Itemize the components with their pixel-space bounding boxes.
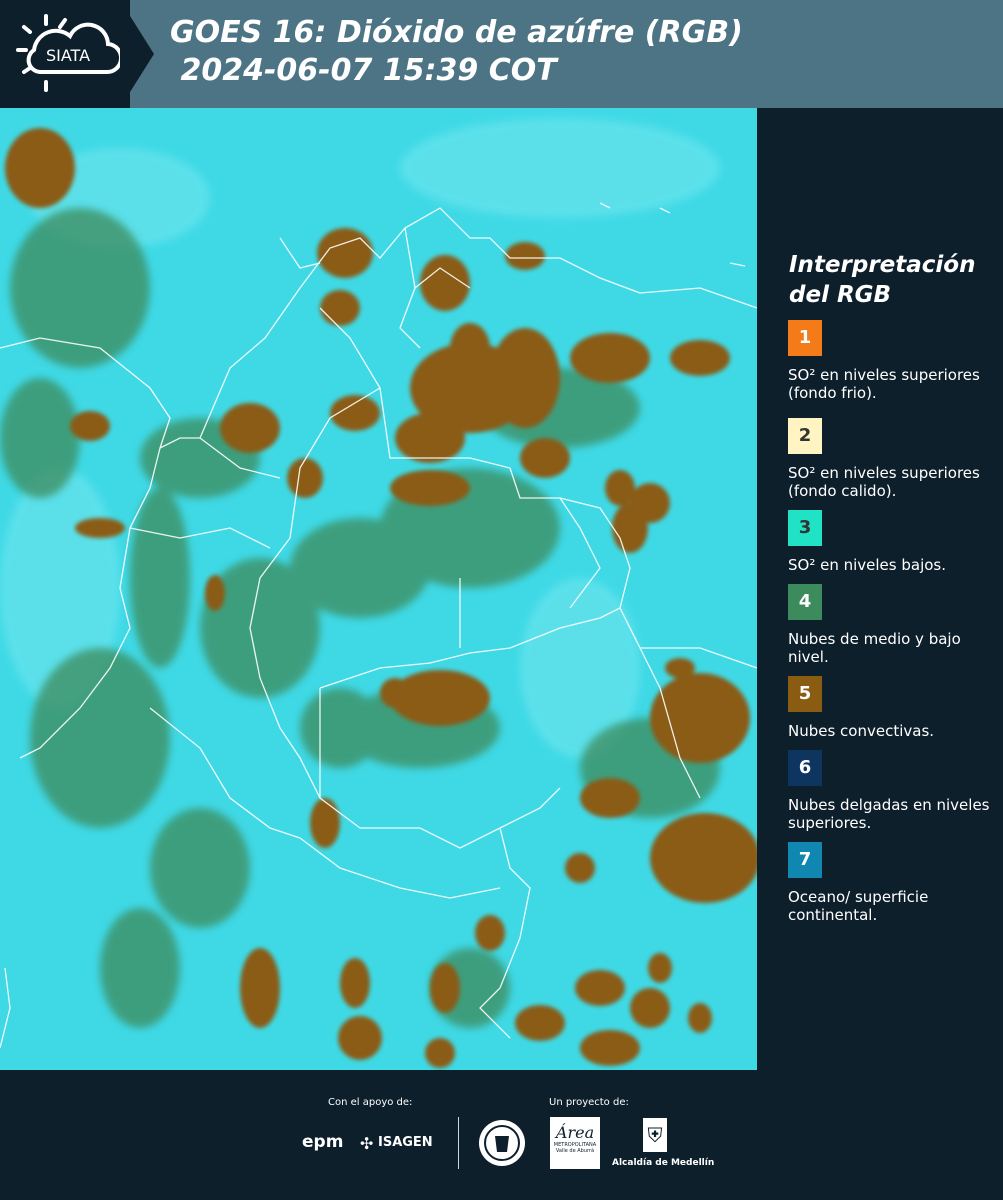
legend-swatch-6: 6 [788,750,822,786]
legend-label-6: Nubes delgadas en niveles superiores. [788,796,990,832]
legend-label-5: Nubes convectivas. [788,722,935,740]
alcaldia-shield-icon: ⛨ [643,1118,667,1152]
legend-item-6: 6 Nubes delgadas en niveles superiores. [788,750,998,832]
footer: Con el apoyo de: Un proyecto de: epm ✣ I… [0,1070,1003,1200]
legend-swatch-3: 3 [788,510,822,546]
epm-logo: epm [302,1132,344,1152]
legend-label-3: SO² en niveles bajos. [788,556,947,574]
header-bar: SIATA GOES 16: Dióxido de azúfre (RGB) 2… [0,0,1003,108]
legend-swatch-7: 7 [788,842,822,878]
isagen-logo: ISAGEN [378,1135,433,1150]
alcaldia-logo: Alcaldía de Medellín [612,1158,715,1168]
legend-label-7: Oceano/ superficie continental. [788,888,929,924]
support-label: Con el apoyo de: [328,1097,413,1108]
satellite-map [0,108,757,1070]
isagen-icon: ✣ [360,1134,374,1153]
sun-cloud-icon: SIATA [16,14,120,92]
legend-item-4: 4 Nubes de medio y bajo nivel. [788,584,998,666]
legend-swatch-4: 4 [788,584,822,620]
legend-label-2: SO² en niveles superiores (fondo calido)… [788,464,980,500]
legend-panel: Interpretación del RGB 1 SO² en niveles … [757,108,1003,1070]
page-title: GOES 16: Dióxido de azúfre (RGB) 2024-06… [170,15,743,88]
project-label: Un proyecto de: [549,1097,629,1108]
seal-icon [479,1120,525,1166]
legend-swatch-1: 1 [788,320,822,356]
legend-item-3: 3 SO² en niveles bajos. [788,510,998,574]
legend-title: Interpretación del RGB [789,252,976,308]
svg-text:SIATA: SIATA [46,46,90,65]
legend-item-5: 5 Nubes convectivas. [788,676,998,740]
legend-label-1: SO² en niveles superiores (fondo frio). [788,366,980,402]
legend-item-7: 7 Oceano/ superficie continental. [788,842,998,924]
siata-logo: SIATA [0,0,130,108]
legend-label-4: Nubes de medio y bajo nivel. [788,630,961,666]
legend-item-2: 2 SO² en niveles superiores (fondo calid… [788,418,998,500]
area-metropolitana-logo: Área METROPOLITANA Valle de Aburrá [550,1117,600,1169]
legend-item-1: 1 SO² en niveles superiores (fondo frio)… [788,320,998,402]
footer-divider [458,1117,459,1169]
legend-swatch-2: 2 [788,418,822,454]
logo-arrow [120,0,154,108]
legend-swatch-5: 5 [788,676,822,712]
map-image [0,108,757,1070]
